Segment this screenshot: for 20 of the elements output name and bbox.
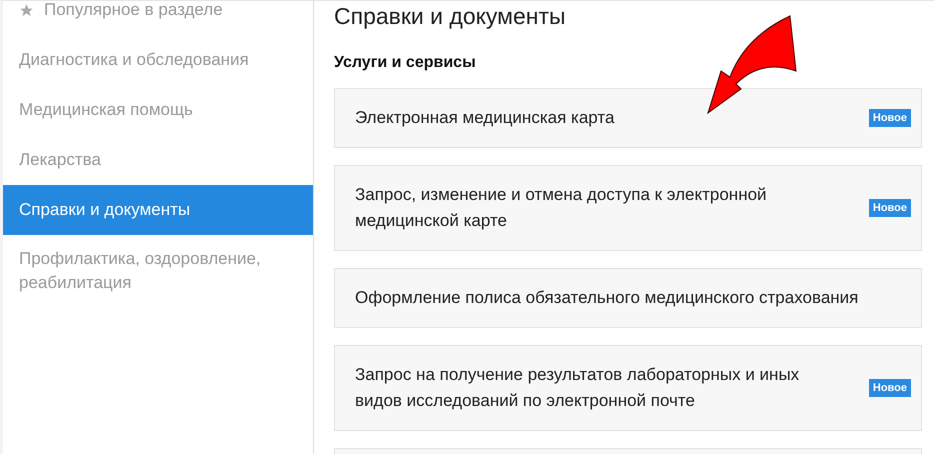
page-title: Справки и документы <box>334 2 566 31</box>
star-icon <box>19 2 34 18</box>
sidebar-item[interactable]: Справки и документы <box>3 185 313 235</box>
sidebar-item[interactable]: Профилактика, оздоровление, реабилитация <box>3 235 313 307</box>
sidebar-item-label: Популярное в разделе <box>44 1 223 21</box>
new-badge: Новое <box>868 109 911 127</box>
sidebar-item[interactable]: Диагностика и обследования <box>3 35 313 85</box>
new-badge: Новое <box>868 199 911 217</box>
service-title: Запрос, изменение и отмена доступа к электронной медицинской карте <box>355 184 768 232</box>
new-badge: Новое <box>868 379 911 397</box>
section-heading: Услуги и сервисы <box>334 53 476 73</box>
sidebar-item[interactable]: Популярное в разделе <box>3 1 313 35</box>
service-card[interactable]: Оформление полиса обязательного медицинского страхования <box>334 268 922 328</box>
sidebar-item[interactable]: Медицинская помощь <box>3 85 313 135</box>
sidebar-item[interactable]: Лекарства <box>3 135 313 185</box>
service-title: Электронная медицинская карта <box>355 107 614 129</box>
service-card[interactable]: Электронная медицинская карта Новое <box>334 88 922 148</box>
service-card[interactable]: Запрос, изменение и отмена доступа к электронной медицинской карте Новое <box>334 165 922 251</box>
service-card[interactable]: Запрос на получение результатов лабораторных и иных видов исследований по электронной почте Новое <box>334 345 922 431</box>
service-title: Запрос на получение результатов лабораторных и иных видов исследований по электронной почте <box>355 364 800 412</box>
